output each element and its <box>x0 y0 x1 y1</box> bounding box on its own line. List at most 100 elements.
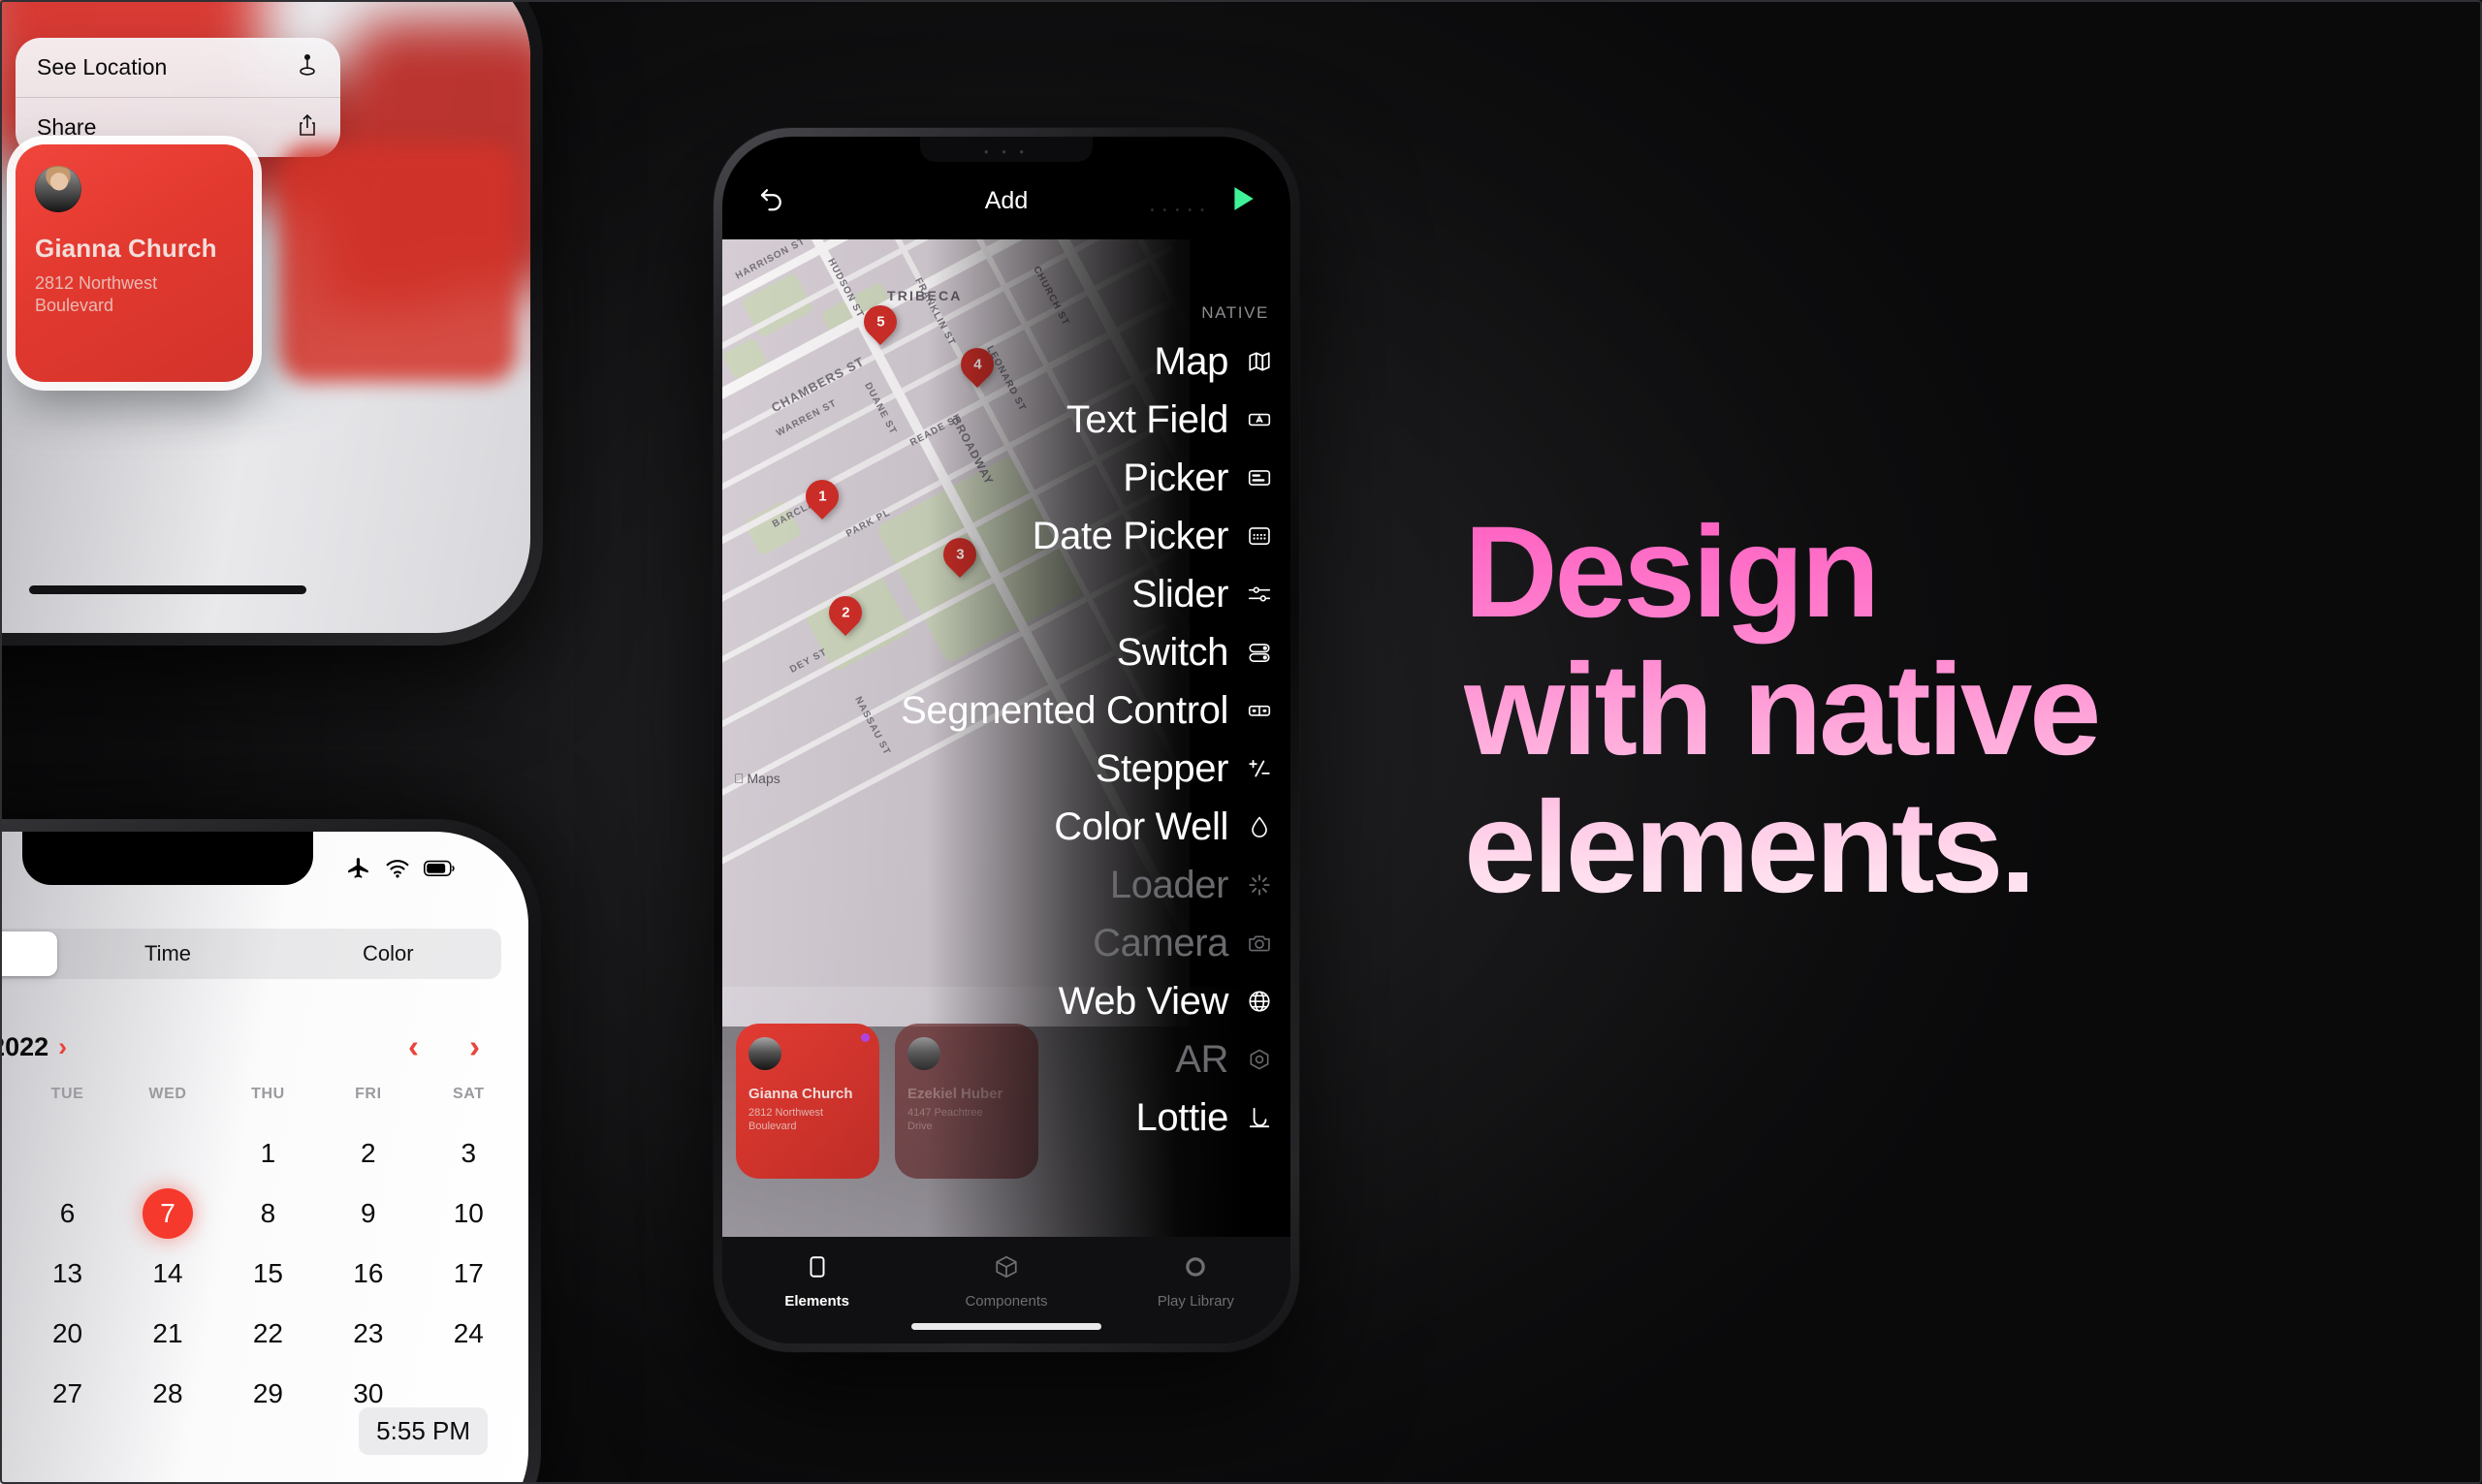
calendar-day-label: 22 <box>252 1318 283 1348</box>
element-list-item-slider[interactable]: Slider <box>866 565 1273 623</box>
airplane-icon <box>346 856 371 881</box>
element-list-item-map[interactable]: Map <box>866 332 1273 391</box>
ar-icon <box>1246 1047 1273 1072</box>
element-list-item-color-well[interactable]: Color Well <box>866 798 1273 856</box>
widget-address: 2812 Northwest Boulevard <box>748 1107 824 1132</box>
page-dots: • • • • • <box>1150 205 1207 216</box>
calendar-grid[interactable]: 1234567891011121314151617181920212223242… <box>0 1130 528 1417</box>
calendar-day-cell[interactable]: 19 <box>0 1310 17 1357</box>
tab-play-library[interactable]: Play Library <box>1101 1254 1290 1310</box>
headline-line-3: elements. <box>1464 775 2033 921</box>
calendar-day-cell[interactable]: 22 <box>218 1310 318 1357</box>
calendar-day-cell[interactable]: 5 <box>0 1190 17 1237</box>
calendar-day-header: THU <box>251 1086 285 1102</box>
play-icon[interactable] <box>1230 185 1256 217</box>
element-list-item-label: Date Picker <box>1032 514 1229 557</box>
segmented-control-icon <box>1246 698 1273 723</box>
element-list-item-web-view[interactable]: Web View <box>866 972 1273 1030</box>
calendar-month-button[interactable]: September 2022 › <box>0 1032 67 1062</box>
drag-handle[interactable]: • • • <box>984 144 1029 159</box>
time-value-button[interactable]: 5:55 PM <box>359 1406 488 1455</box>
element-list-item-text-field[interactable]: Text Field <box>866 391 1273 449</box>
calendar-day-cell[interactable]: 2 <box>318 1130 418 1177</box>
phone-center: • • • Add • • • • • HARRISON ST TRIBECA … <box>714 128 1299 1352</box>
tab-components[interactable]: Components <box>911 1254 1100 1310</box>
section-label-native: NATIVE <box>1201 303 1269 322</box>
home-indicator <box>911 1323 1101 1330</box>
context-menu[interactable]: See Location Share <box>16 38 340 157</box>
page-title: Design with native elements. <box>1464 504 2395 917</box>
element-list-item-switch[interactable]: Switch <box>866 623 1273 681</box>
switch-icon <box>1246 640 1273 665</box>
stepper-icon <box>1246 756 1273 781</box>
calendar-day-cell[interactable]: 20 <box>17 1310 117 1357</box>
calendar-day-cell[interactable]: 17 <box>419 1250 519 1297</box>
tab-label: Play Library <box>1157 1293 1234 1310</box>
headline-line-2: with native <box>1464 638 2098 783</box>
calendar-day-cell[interactable]: 6 <box>17 1190 117 1237</box>
element-list-item-label: Color Well <box>1054 805 1228 848</box>
phone-top-left-screen: See Location Share Gianna Church 2812 No… <box>0 0 530 633</box>
calendar-day-cell[interactable]: 14 <box>117 1250 217 1297</box>
element-list-item-loader[interactable]: Loader <box>866 856 1273 914</box>
element-list-item-label: AR <box>1175 1037 1228 1081</box>
element-list-item-label: Slider <box>1131 572 1228 616</box>
calendar-day-cell[interactable]: 24 <box>419 1310 519 1357</box>
element-list-item-segmented-control[interactable]: Segmented Control <box>866 681 1273 740</box>
date-picker-icon <box>1246 523 1273 549</box>
widget-name: Gianna Church <box>748 1086 853 1102</box>
calendar-day-cell[interactable]: 15 <box>218 1250 318 1297</box>
element-list-item-lottie[interactable]: Lottie <box>866 1089 1273 1147</box>
segmented-control[interactable]: Date Time Color <box>0 929 501 979</box>
element-list-item-picker[interactable]: Picker <box>866 449 1273 507</box>
calendar-day-cell[interactable]: 9 <box>318 1190 418 1237</box>
calendar-day-cell[interactable]: 23 <box>318 1310 418 1357</box>
calendar-header: September 2022 › ‹ › <box>0 1018 528 1076</box>
calendar-day-cell[interactable]: 12 <box>0 1250 17 1297</box>
element-list[interactable]: Map Text Field Picker Date Picker Slider Swit… <box>866 332 1273 1147</box>
calendar-day-cell[interactable]: 21 <box>117 1310 217 1357</box>
calendar-prev-button[interactable]: ‹ <box>408 1028 419 1065</box>
calendar-day-label: 9 <box>361 1198 376 1228</box>
calendar-day-cell[interactable]: 8 <box>218 1190 318 1237</box>
calendar-day-label: 21 <box>152 1318 183 1348</box>
calendar-day-label: 7 <box>142 1188 193 1239</box>
element-list-item-label: Segmented Control <box>901 688 1228 732</box>
widget-card-ghost <box>279 144 517 382</box>
calendar-day-cell[interactable]: 7 <box>117 1188 217 1239</box>
calendar-day-label: 24 <box>453 1318 484 1348</box>
widget-card-gianna[interactable]: Gianna Church 2812 Northwest Boulevard <box>736 1024 879 1179</box>
element-list-item-stepper[interactable]: Stepper <box>866 740 1273 798</box>
calendar-day-label: 8 <box>260 1198 276 1228</box>
undo-icon[interactable] <box>757 184 786 218</box>
element-list-item-camera[interactable]: Camera <box>866 914 1273 972</box>
segment-date[interactable]: Date <box>0 931 58 976</box>
element-list-item-label: Lottie <box>1135 1095 1229 1139</box>
canvas-preview[interactable]: HARRISON ST TRIBECA CHAMBERS ST BROADWAY… <box>722 239 1290 1237</box>
context-menu-item-see-location[interactable]: See Location <box>16 38 340 97</box>
contact-widget-card[interactable]: Gianna Church 2812 Northwest Boulevard <box>16 144 253 382</box>
circle-icon <box>1183 1254 1208 1284</box>
calendar-next-button[interactable]: › <box>469 1028 480 1065</box>
calendar-day-cell[interactable]: 1 <box>218 1130 318 1177</box>
segment-time[interactable]: Time <box>57 931 277 976</box>
element-list-item-ar[interactable]: AR <box>866 1030 1273 1089</box>
phone-top-left: See Location Share Gianna Church 2812 No… <box>0 0 543 646</box>
element-list-item-date-picker[interactable]: Date Picker <box>866 507 1273 565</box>
calendar-blank-cell <box>117 1130 217 1177</box>
avatar-icon <box>748 1037 781 1070</box>
tab-elements[interactable]: Elements <box>722 1254 911 1310</box>
calendar-day-label: 10 <box>453 1198 484 1228</box>
contact-address: 2812 Northwest Boulevard <box>35 273 158 316</box>
calendar-day-cell[interactable]: 3 <box>419 1130 519 1177</box>
segment-color[interactable]: Color <box>278 931 498 976</box>
headline-line-1: Design <box>1464 500 1877 645</box>
element-list-item-label: Web View <box>1058 979 1229 1023</box>
calendar-day-cell[interactable]: 16 <box>318 1250 418 1297</box>
loader-icon <box>1246 872 1273 898</box>
nav-bar: Add • • • • • <box>722 170 1290 232</box>
calendar-blank-cell <box>17 1130 117 1177</box>
calendar-day-cell[interactable]: 10 <box>419 1190 519 1237</box>
calendar-day-header: FRI <box>355 1086 382 1102</box>
calendar-day-cell[interactable]: 13 <box>17 1250 117 1297</box>
